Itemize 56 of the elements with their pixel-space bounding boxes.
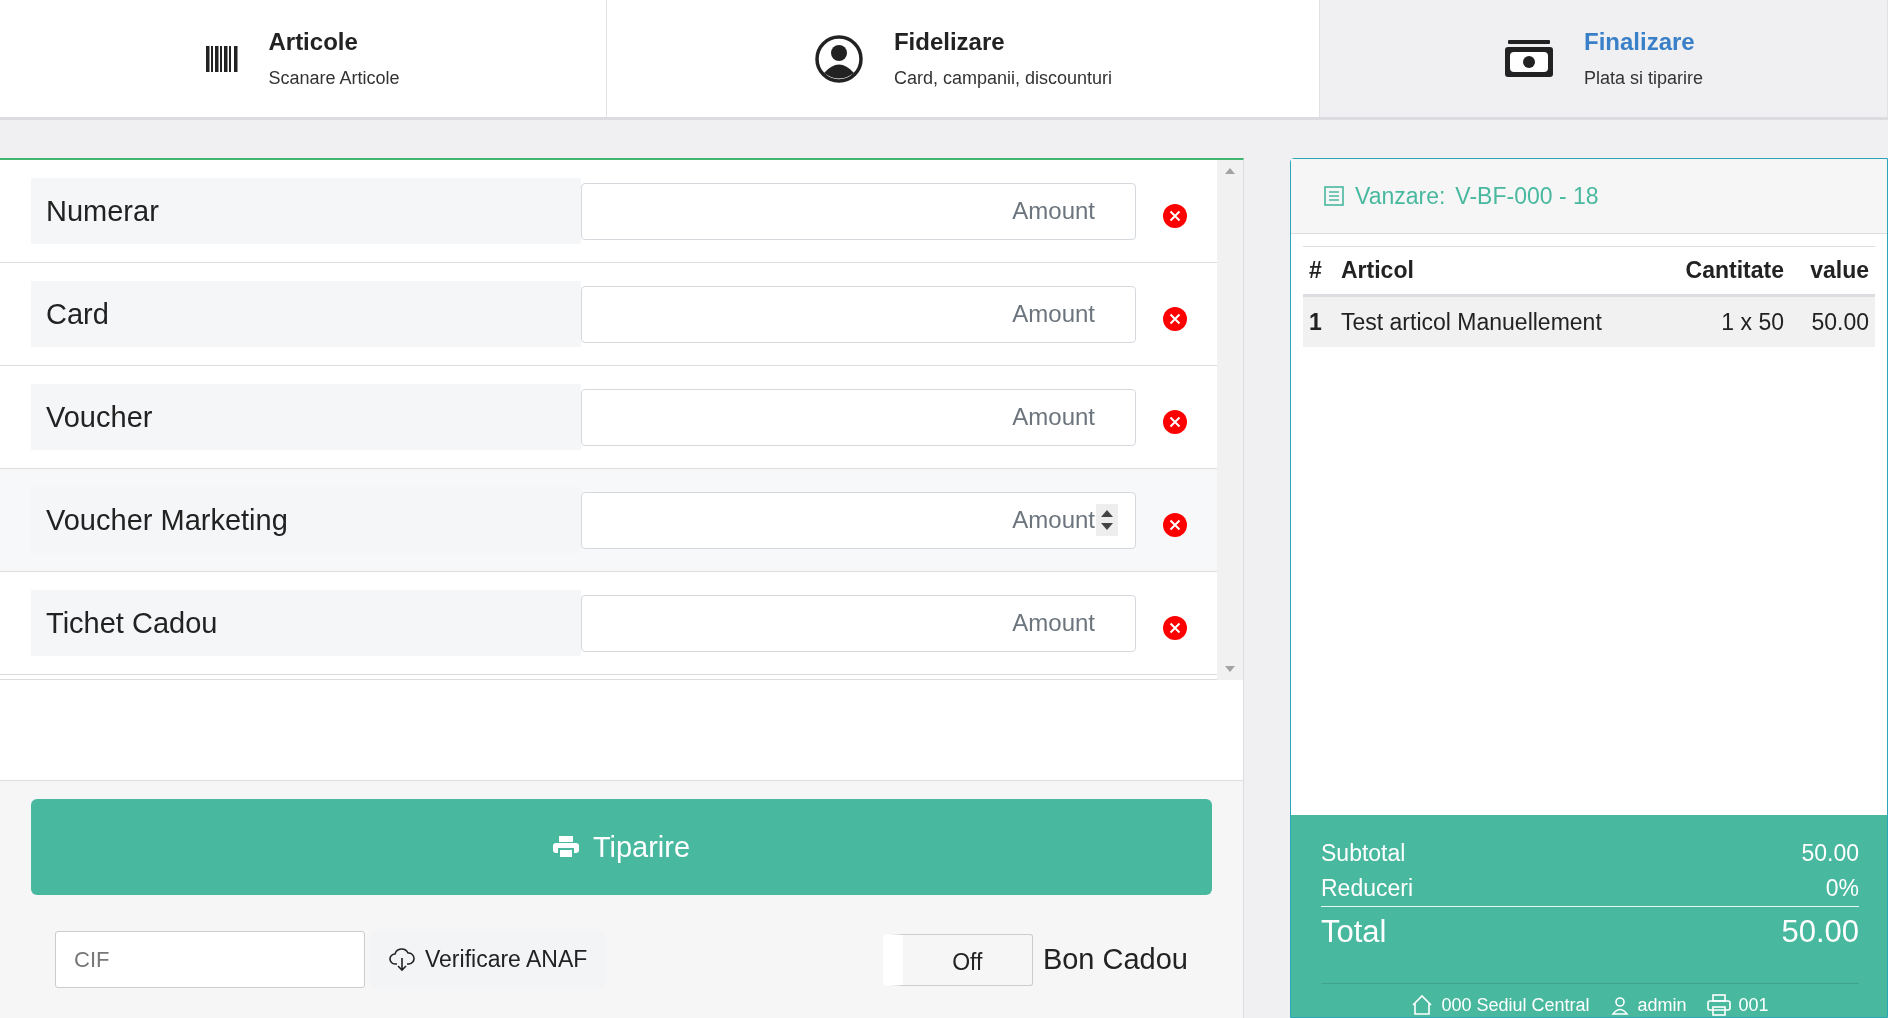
table-cell-text: Test articol Manuellement bbox=[1341, 308, 1603, 336]
subtotal-value: 50.00 bbox=[1801, 839, 1859, 867]
discount-label: Reduceri bbox=[1321, 875, 1414, 902]
payment-label: Numerar bbox=[31, 178, 581, 244]
payment-label: Voucher bbox=[31, 384, 581, 450]
column-header: Articol bbox=[1341, 257, 1415, 284]
user-icon bbox=[813, 33, 864, 84]
tab-subtitle: Scanare Articole bbox=[268, 68, 400, 89]
remove-icon[interactable] bbox=[1162, 306, 1188, 332]
sale-number: V-BF-000 - 18 bbox=[1455, 182, 1599, 210]
remove-icon[interactable] bbox=[1162, 615, 1188, 641]
table-cell-text: 1 x 50 bbox=[1720, 308, 1784, 336]
remove-icon[interactable] bbox=[1162, 512, 1188, 538]
amount-field[interactable]: Amount bbox=[581, 491, 1136, 549]
cloud-download-icon bbox=[389, 947, 415, 972]
tab-title: Articole bbox=[268, 28, 359, 56]
printer-icon bbox=[552, 836, 579, 858]
column-header: value bbox=[1809, 257, 1869, 284]
total-value: 50.00 bbox=[1781, 914, 1859, 950]
table-cell-text: 50.00 bbox=[1810, 308, 1869, 336]
user-text: admin bbox=[1637, 994, 1687, 1016]
scroll-up-icon[interactable] bbox=[1225, 168, 1235, 174]
user-icon bbox=[1609, 995, 1630, 1015]
amount-field[interactable]: Amount bbox=[581, 182, 1136, 240]
remove-icon[interactable] bbox=[1162, 409, 1188, 435]
total-label: Total bbox=[1321, 914, 1387, 950]
cif-field[interactable]: CIF bbox=[55, 931, 365, 988]
receipt-icon bbox=[1323, 185, 1345, 207]
spinner-icon[interactable] bbox=[1096, 503, 1118, 536]
gift-label: Bon Cadou bbox=[1042, 943, 1188, 976]
amount-field[interactable]: Amount bbox=[581, 594, 1136, 652]
sale-label: Vanzare: bbox=[1355, 182, 1446, 210]
scrollbar[interactable] bbox=[1217, 160, 1243, 680]
table-cell-text: 1 bbox=[1309, 308, 1323, 336]
register-text: 001 bbox=[1738, 994, 1769, 1016]
subtotal-label: Subtotal bbox=[1321, 839, 1406, 867]
nav-tab[interactable]: Finalizare Plata si tiparire bbox=[1320, 0, 1888, 117]
table-row[interactable]: 1 Test articol Manuellement 1 x 50 50.00 bbox=[1303, 297, 1875, 347]
column-header: # bbox=[1309, 257, 1323, 284]
barcode-icon bbox=[206, 45, 239, 72]
column-header: Cantitate bbox=[1684, 257, 1784, 284]
money-icon bbox=[1503, 39, 1554, 78]
amount-field[interactable]: Amount bbox=[581, 388, 1136, 446]
tab-title: Fidelizare bbox=[893, 28, 1006, 56]
scroll-down-icon[interactable] bbox=[1225, 666, 1235, 672]
gift-toggle[interactable]: Off bbox=[882, 933, 1033, 986]
amount-field[interactable]: Amount bbox=[581, 285, 1136, 343]
tab-subtitle: Card, campanii, discounturi bbox=[893, 68, 1113, 89]
location-text: 000 Sediul Central bbox=[1441, 994, 1590, 1016]
payment-label: Tichet Cadou bbox=[31, 590, 581, 656]
home-icon bbox=[1411, 994, 1434, 1016]
discount-value: 0% bbox=[1825, 875, 1859, 902]
remove-icon[interactable] bbox=[1162, 203, 1188, 229]
payment-label: Card bbox=[31, 281, 581, 347]
tab-subtitle: Plata si tiparire bbox=[1583, 68, 1704, 89]
tab-title: Finalizare bbox=[1583, 28, 1696, 56]
